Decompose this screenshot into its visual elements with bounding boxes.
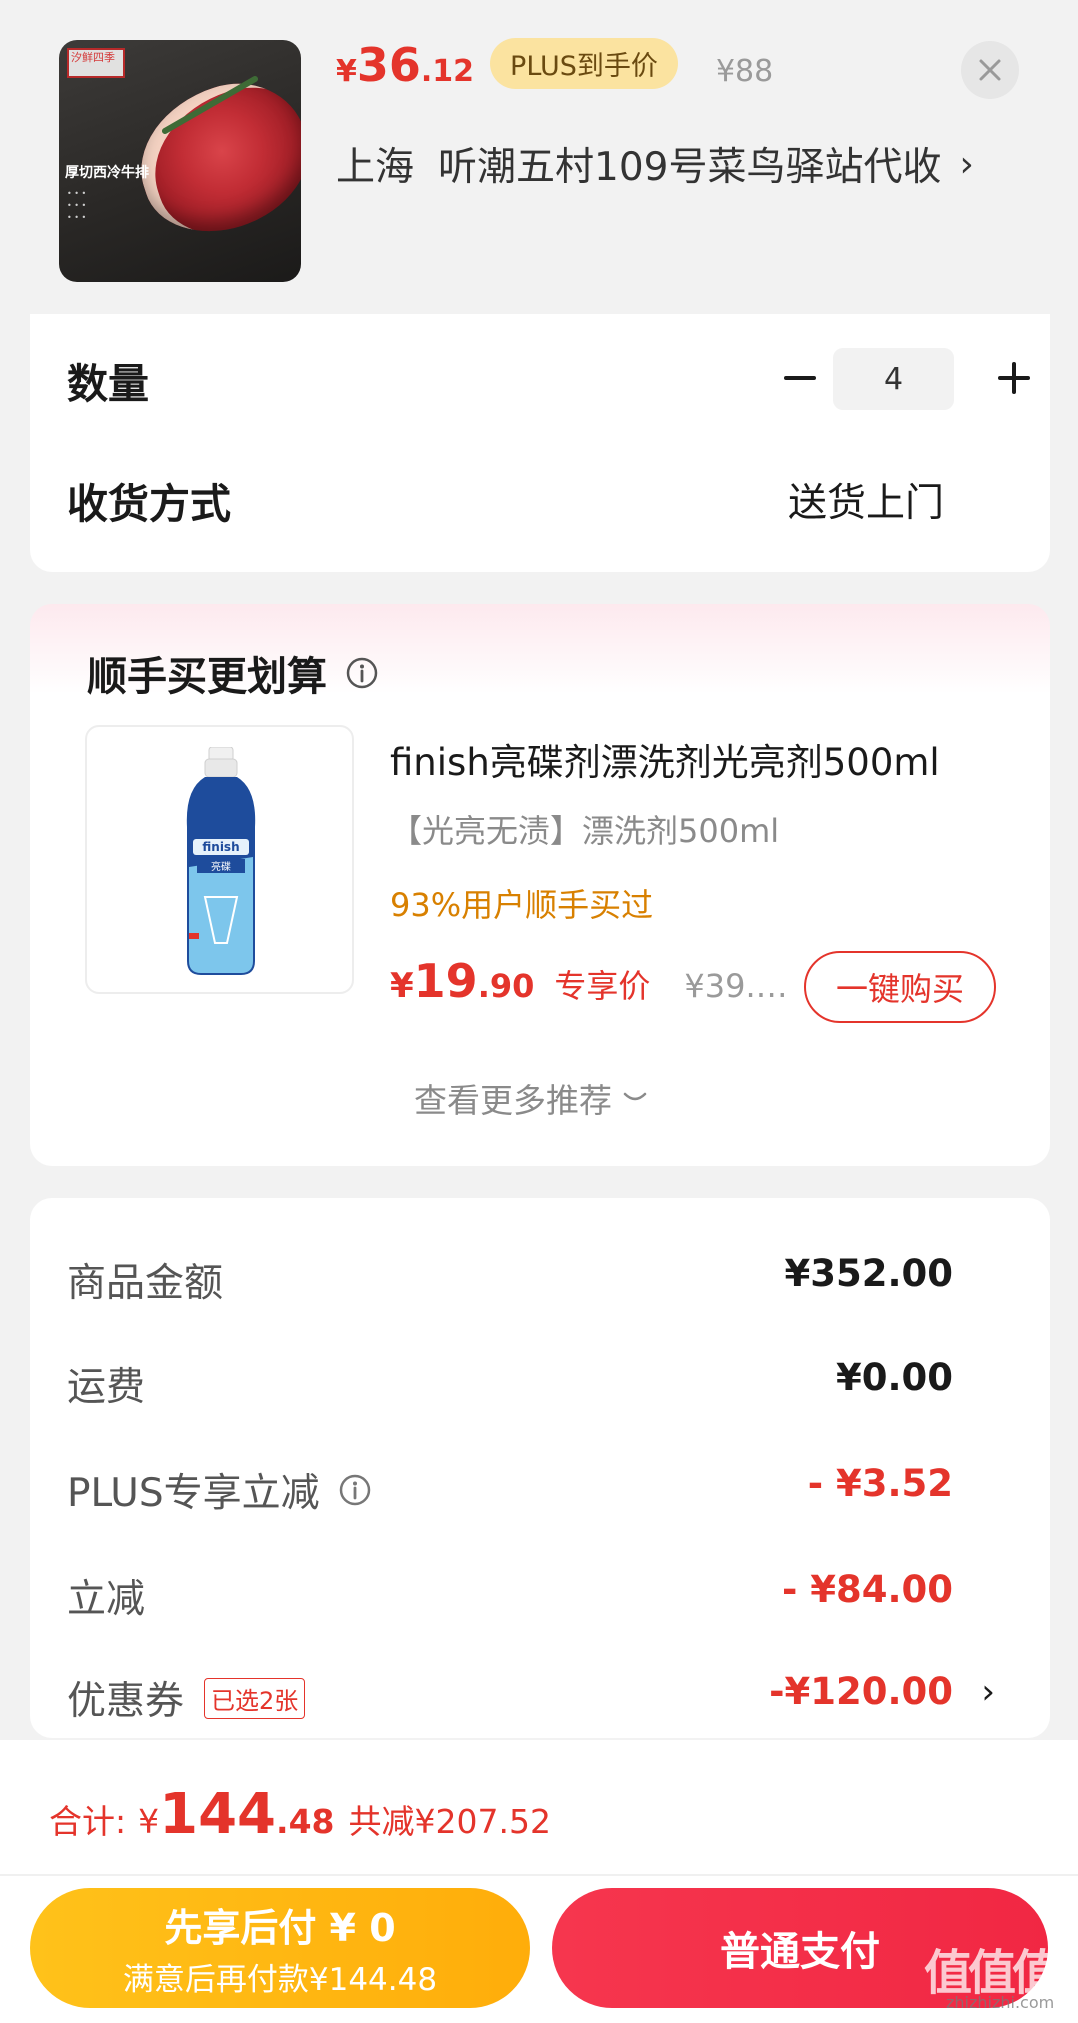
instant-discount-value: - ¥84.00 xyxy=(781,1568,953,1611)
subtotal-label: 商品金额 xyxy=(67,1261,224,1306)
checkout-bar: 合计: ¥ 144 .48 共减¥207.52 先享后付 ¥ 0 满意后再付款¥… xyxy=(0,1740,1078,2023)
total-integer: 144 xyxy=(159,1782,277,1847)
delivery-method-value[interactable]: 送货上门 xyxy=(788,472,944,528)
rec-price-decimal: .90 xyxy=(477,967,535,1005)
plus-icon xyxy=(998,362,1030,394)
rec-price-tag: 专享价 xyxy=(554,967,651,1005)
watermark-url: zhizhizhi.com xyxy=(946,1993,1055,2012)
delivery-address[interactable]: 上海 听潮五村109号菜鸟驿站代收 › xyxy=(336,136,974,192)
total-currency: ¥ xyxy=(138,1802,160,1841)
total-decimal: .48 xyxy=(276,1802,335,1841)
price-summary-card: 商品金额 ¥352.00 运费 ¥0.00 PLUS专享立减 - ¥3.52 立… xyxy=(30,1198,1050,1738)
info-icon[interactable] xyxy=(345,656,379,690)
quantity-decrease-button[interactable] xyxy=(778,356,822,400)
coupon-value: -¥120.00 xyxy=(769,1670,953,1713)
shipping-label: 运费 xyxy=(67,1365,146,1410)
coupon-label-text: 优惠券 xyxy=(67,1679,185,1724)
quantity-label: 数量 xyxy=(67,360,149,408)
minus-icon xyxy=(784,376,816,380)
chevron-down-icon xyxy=(623,1092,647,1101)
rinse-aid-bottle-image: finish 亮碟 xyxy=(186,747,256,975)
product-header: 汐鲜四季 厚切西冷牛排 • • • • • • • • • ¥ 36 .12 PLU… xyxy=(0,0,1078,314)
recommendation-card: 顺手买更划算 finish 亮碟 finish亮碟剂漂洗剂光亮剂500ml 【光… xyxy=(30,604,1050,1166)
summary-row-plus-discount: PLUS专享立减 - ¥3.52 xyxy=(67,1462,1037,1522)
address-city: 上海 xyxy=(336,145,415,190)
total-saved: 共减¥207.52 xyxy=(348,1802,551,1841)
more-recommendations-label: 查看更多推荐 xyxy=(414,1081,612,1120)
product-price: ¥ 36 .12 PLUS到手价 ¥88 xyxy=(336,38,773,94)
coupon-count-chip: 已选2张 xyxy=(204,1677,306,1719)
order-total: 合计: ¥ 144 .48 共减¥207.52 xyxy=(49,1782,551,1847)
recommended-product-name[interactable]: finish亮碟剂漂洗剂光亮剂500ml xyxy=(390,732,940,786)
divider xyxy=(0,1874,1078,1876)
summary-row-subtotal: 商品金额 ¥352.00 xyxy=(67,1252,1037,1312)
price-currency: ¥ xyxy=(336,54,357,89)
more-recommendations-link[interactable]: 查看更多推荐 xyxy=(414,1074,648,1122)
coupon-label: 优惠券 已选2张 xyxy=(67,1670,306,1726)
quantity-increase-button[interactable] xyxy=(992,356,1036,400)
product-image-bullets: • • • • • • • • • xyxy=(67,189,87,222)
quantity-input[interactable]: 4 xyxy=(833,348,954,410)
summary-row-instant-discount: 立减 - ¥84.00 xyxy=(67,1568,1037,1628)
rec-original-price: ¥39.… xyxy=(684,967,788,1005)
plus-price-badge: PLUS到手价 xyxy=(490,38,678,89)
close-icon xyxy=(979,59,1001,81)
total-label: 合计: xyxy=(49,1802,127,1841)
chevron-right-icon: › xyxy=(981,1672,995,1712)
steak-image xyxy=(121,65,301,251)
recommended-product-image[interactable]: finish 亮碟 xyxy=(85,725,354,994)
plus-discount-label-text: PLUS专享立减 xyxy=(67,1471,320,1516)
price-decimal: .12 xyxy=(420,54,475,89)
recommendation-title-text: 顺手买更划算 xyxy=(87,654,327,700)
product-thumbnail[interactable]: 汐鲜四季 厚切西冷牛排 • • • • • • • • • xyxy=(59,40,301,282)
delivery-method-label: 收货方式 xyxy=(67,480,231,528)
address-detail: 听潮五村109号菜鸟驿站代收 xyxy=(438,145,942,190)
product-image-title: 厚切西冷牛排 xyxy=(65,165,149,181)
summary-row-shipping: 运费 ¥0.00 xyxy=(67,1356,1037,1416)
pay-later-title: 先享后付 ¥ 0 xyxy=(164,1906,396,1950)
close-button[interactable] xyxy=(961,41,1019,99)
summary-row-coupon[interactable]: 优惠券 已选2张 -¥120.00 › xyxy=(67,1670,1037,1730)
info-icon[interactable] xyxy=(338,1473,372,1507)
pay-later-button[interactable]: 先享后付 ¥ 0 满意后再付款¥144.48 xyxy=(30,1888,530,2008)
subtotal-value: ¥352.00 xyxy=(784,1252,953,1295)
recommended-product-buyers: 93%用户顺手买过 xyxy=(390,886,654,924)
svg-text:finish: finish xyxy=(202,840,239,854)
order-options-card: 数量 4 收货方式 送货上门 xyxy=(30,314,1050,572)
recommended-product-price: ¥ 19 .90 专享价 ¥39.… xyxy=(390,954,788,1008)
pay-later-subtitle: 满意后再付款¥144.48 xyxy=(122,1962,438,1998)
plus-discount-label: PLUS专享立减 xyxy=(67,1462,372,1518)
shipping-value: ¥0.00 xyxy=(835,1356,953,1399)
recommended-product-subtitle: 【光亮无渍】漂洗剂500ml xyxy=(390,812,780,850)
recommendation-title: 顺手买更划算 xyxy=(87,644,379,702)
chevron-right-icon: › xyxy=(959,143,974,185)
instant-discount-label: 立减 xyxy=(67,1577,146,1622)
rec-price-currency: ¥ xyxy=(390,966,414,1006)
product-image-brand: 汐鲜四季 xyxy=(67,48,125,78)
one-click-buy-button[interactable]: 一键购买 xyxy=(804,951,996,1023)
rec-price-integer: 19 xyxy=(413,954,478,1008)
original-price: ¥88 xyxy=(715,54,774,89)
svg-text:亮碟: 亮碟 xyxy=(211,860,231,873)
price-integer: 36 xyxy=(356,38,421,92)
plus-discount-value: - ¥3.52 xyxy=(807,1462,953,1505)
